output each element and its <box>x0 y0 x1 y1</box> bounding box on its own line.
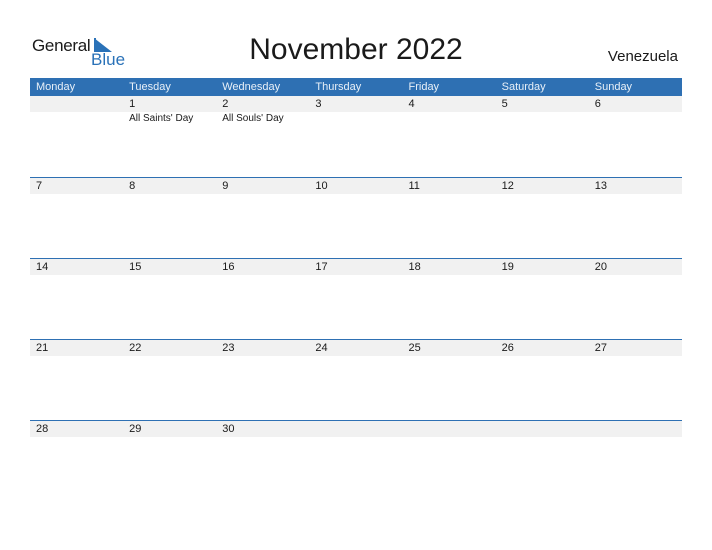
day-number <box>496 421 589 437</box>
weekday-header: Monday Tuesday Wednesday Thursday Friday… <box>30 78 682 96</box>
day-number: 13 <box>594 180 607 192</box>
day-number: 9 <box>222 180 229 192</box>
holiday-label <box>123 194 216 195</box>
holiday-label <box>403 437 496 438</box>
event-row <box>30 356 682 357</box>
day-number: 18 <box>408 261 421 273</box>
holiday-label <box>123 437 216 438</box>
holiday-label <box>30 356 123 357</box>
day-number: 24 <box>315 342 328 354</box>
holiday-label: All Souls' Day <box>222 113 284 124</box>
holiday-label <box>496 437 589 438</box>
holiday-label <box>30 275 123 276</box>
holiday-label <box>216 275 309 276</box>
holiday-label <box>309 275 402 276</box>
event-row <box>30 275 682 276</box>
holiday-label <box>216 194 309 195</box>
holiday-label <box>123 275 216 276</box>
weekday-wednesday: Wednesday <box>222 81 281 93</box>
holiday-label <box>309 112 402 124</box>
day-number: 27 <box>594 342 607 354</box>
week-row: 28 29 30 <box>30 420 682 501</box>
holiday-label <box>589 437 682 438</box>
day-number: 4 <box>408 98 415 110</box>
date-number-row: 21 22 23 24 25 26 27 <box>30 340 682 356</box>
day-number: 17 <box>315 261 328 273</box>
event-row <box>30 437 682 438</box>
day-number: 29 <box>129 423 142 435</box>
day-number: 19 <box>501 261 514 273</box>
holiday-label <box>496 275 589 276</box>
day-number: 3 <box>315 98 322 110</box>
day-number <box>403 421 496 437</box>
week-row: 1 2 3 4 5 6 All Saints' Day All Souls' Day <box>30 96 682 177</box>
holiday-label <box>589 275 682 276</box>
day-number: 7 <box>36 180 43 192</box>
holiday-label <box>30 437 123 438</box>
day-number <box>589 421 682 437</box>
holiday-label <box>403 275 496 276</box>
holiday-label <box>589 112 682 124</box>
date-number-row: 1 2 3 4 5 6 <box>30 96 682 112</box>
holiday-label <box>496 112 589 124</box>
day-number: 8 <box>129 180 136 192</box>
weekday-saturday: Saturday <box>501 81 546 93</box>
week-row: 7 8 9 10 11 12 13 <box>30 177 682 258</box>
day-number <box>309 421 402 437</box>
holiday-label <box>216 437 309 438</box>
weekday-tuesday: Tuesday <box>129 81 171 93</box>
day-number: 11 <box>408 180 420 192</box>
day-number: 16 <box>222 261 235 273</box>
day-number: 26 <box>501 342 514 354</box>
holiday-label <box>403 194 496 195</box>
day-number: 28 <box>36 423 49 435</box>
holiday-label: All Saints' Day <box>129 113 194 124</box>
weekday-monday: Monday <box>36 81 76 93</box>
day-number: 2 <box>222 98 229 110</box>
date-number-row: 14 15 16 17 18 19 20 <box>30 259 682 275</box>
holiday-label <box>123 356 216 357</box>
date-number-row: 7 8 9 10 11 12 13 <box>30 178 682 194</box>
country-label: Venezuela <box>607 48 678 65</box>
weekday-friday: Friday <box>408 81 440 93</box>
holiday-label <box>496 194 589 195</box>
day-number: 5 <box>501 98 508 110</box>
day-number: 6 <box>594 98 601 110</box>
holiday-label <box>589 194 682 195</box>
holiday-label <box>309 194 402 195</box>
holiday-label <box>309 356 402 357</box>
day-number: 23 <box>222 342 235 354</box>
day-number: 14 <box>36 261 49 273</box>
day-number: 22 <box>129 342 142 354</box>
holiday-label <box>403 112 496 124</box>
day-number: 25 <box>408 342 421 354</box>
day-number: 21 <box>36 342 49 354</box>
day-number: 10 <box>315 180 328 192</box>
holiday-label <box>403 356 496 357</box>
day-number: 1 <box>129 98 136 110</box>
holiday-label <box>216 356 309 357</box>
week-row: 21 22 23 24 25 26 27 <box>30 339 682 420</box>
event-row <box>30 194 682 195</box>
day-number: 12 <box>501 180 514 192</box>
calendar-grid: Monday Tuesday Wednesday Thursday Friday… <box>30 78 682 501</box>
day-number: 20 <box>594 261 607 273</box>
holiday-label <box>589 356 682 357</box>
date-number-row: 28 29 30 <box>30 421 682 437</box>
weekday-sunday: Sunday <box>594 81 633 93</box>
holiday-label <box>309 437 402 438</box>
week-row: 14 15 16 17 18 19 20 <box>30 258 682 339</box>
event-row: All Saints' Day All Souls' Day <box>30 112 682 124</box>
calendar-title: November 2022 <box>249 33 463 66</box>
weekday-thursday: Thursday <box>315 81 362 93</box>
day-number: 15 <box>129 261 142 273</box>
holiday-label <box>30 112 123 124</box>
holiday-label <box>30 194 123 195</box>
day-number <box>30 96 123 112</box>
day-number: 30 <box>222 423 235 435</box>
holiday-label <box>496 356 589 357</box>
